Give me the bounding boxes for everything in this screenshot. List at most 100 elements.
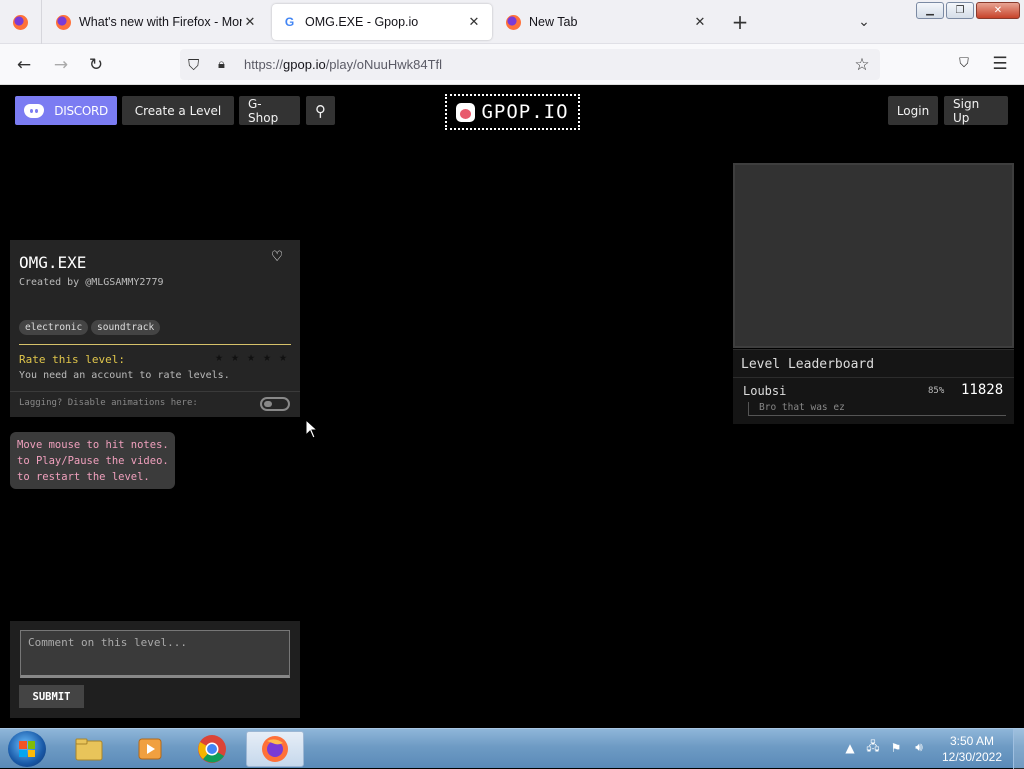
signup-button[interactable]: Sign Up — [944, 96, 1008, 125]
discord-label: DISCORD — [54, 103, 108, 118]
window-controls: ▁ ❐ ✕ — [916, 2, 1020, 19]
list-all-tabs-chevron-icon[interactable]: ⌄ — [852, 10, 876, 34]
leaderboard-title: Level Leaderboard — [741, 357, 875, 372]
leaderboard-percent: 85% — [928, 386, 945, 396]
search-icon: ⚲ — [315, 101, 326, 120]
level-creator[interactable]: Created by @MLGSAMMY2779 — [19, 277, 164, 288]
comment-section: Comment on this level... SUBMIT — [10, 621, 300, 718]
divider — [19, 344, 291, 345]
login-button[interactable]: Login — [888, 96, 938, 125]
leaderboard-comment: Bro that was ez — [748, 402, 1006, 416]
hint-line: to restart the level. — [17, 471, 150, 483]
level-info-card: OMG.EXE Created by @MLGSAMMY2779 ♡ elect… — [10, 240, 300, 417]
reload-icon[interactable]: ↻ — [83, 52, 109, 78]
level-leaderboard: Level Leaderboard Loubsi 85% 11828 Bro t… — [733, 349, 1014, 424]
navigation-toolbar: ← → ↻ ⛉ 🔒︎ https://gpop.io/play/oNuuHwk8… — [0, 44, 1024, 85]
leaderboard-player[interactable]: Loubsi — [743, 384, 786, 398]
clock-date: 12/30/2022 — [941, 750, 1003, 764]
video-player[interactable] — [733, 163, 1014, 348]
tab-title: OMG.EXE - Gpop.io — [305, 15, 419, 29]
gshop-button[interactable]: G-Shop — [239, 96, 300, 125]
star-icon[interactable]: ★ — [212, 350, 226, 365]
taskbar-media-player[interactable] — [121, 731, 179, 767]
close-icon[interactable]: ✕ — [692, 14, 708, 30]
close-icon[interactable]: ✕ — [466, 14, 482, 30]
pocket-icon[interactable]: ⛉ — [952, 56, 976, 74]
star-icon[interactable]: ★ — [228, 350, 242, 365]
minimize-button[interactable]: ▁ — [916, 2, 944, 19]
tag-electronic[interactable]: electronic — [19, 320, 89, 335]
bookmark-star-icon[interactable]: ☆ — [850, 55, 874, 75]
tab-whats-new[interactable]: What's new with Firefox - More ✕ — [46, 4, 268, 40]
tag-soundtrack[interactable]: soundtrack — [91, 320, 161, 335]
close-window-button[interactable]: ✕ — [976, 2, 1020, 19]
url-path: /play/oNuuHwk84Tfl — [325, 57, 443, 72]
network-icon[interactable]: 🖧︎ — [865, 737, 881, 758]
folder-icon — [75, 738, 103, 761]
url-text[interactable]: https://gpop.io/play/oNuuHwk84Tfl — [244, 57, 850, 72]
taskbar-firefox[interactable] — [246, 731, 304, 767]
tab-new-tab[interactable]: New Tab ✕ — [496, 4, 718, 40]
hamburger-menu-icon[interactable]: ☰ — [988, 54, 1012, 76]
hint-line: to Play/Pause the video. — [17, 455, 169, 467]
show-desktop-button[interactable] — [1013, 729, 1024, 769]
firefox-icon — [13, 14, 28, 30]
disable-animations-toggle[interactable] — [260, 397, 290, 411]
tab-title: New Tab — [529, 15, 578, 29]
media-player-icon — [138, 738, 162, 760]
logo-text: GPOP.IO — [481, 101, 569, 123]
restore-button[interactable]: ❐ — [946, 2, 974, 19]
google-icon: G — [284, 15, 295, 29]
forward-arrow-icon[interactable]: → — [48, 52, 74, 78]
windows-logo-icon — [19, 741, 35, 757]
chrome-icon — [198, 735, 226, 763]
hint-line: Move mouse to hit notes. — [17, 439, 169, 451]
gpop-logo[interactable]: GPOP.IO — [445, 94, 580, 130]
leaderboard-score: 11828 — [961, 382, 1004, 398]
show-hidden-icons-icon[interactable]: ▲ — [842, 741, 858, 755]
star-icon[interactable]: ★ — [276, 350, 290, 365]
url-bar[interactable]: ⛉ 🔒︎ https://gpop.io/play/oNuuHwk84Tfl ☆ — [180, 49, 880, 80]
rate-label: Rate this level: — [19, 353, 125, 366]
star-icon[interactable]: ★ — [244, 350, 258, 365]
divider — [733, 377, 1014, 378]
url-scheme: https:// — [244, 57, 284, 72]
taskbar-chrome[interactable] — [183, 731, 241, 767]
lag-row: Lagging? Disable animations here: — [10, 391, 300, 417]
search-button[interactable]: ⚲ — [306, 96, 335, 125]
rating-stars[interactable]: ★ ★ ★ ★ ★ — [212, 350, 290, 365]
lag-label: Lagging? Disable animations here: — [19, 398, 198, 408]
system-tray: ▲ 🖧︎ ⚑ 🔊︎ — [842, 737, 927, 758]
firefox-view-button[interactable] — [0, 0, 42, 44]
new-tab-plus-icon[interactable]: + — [728, 10, 752, 34]
level-title: OMG.EXE — [19, 253, 87, 272]
page-content: DISCORD Create a Level G-Shop ⚲ GPOP.IO … — [0, 85, 1024, 728]
close-icon[interactable]: ✕ — [242, 14, 258, 30]
tracking-shield-icon[interactable]: ⛉ — [188, 56, 206, 74]
controls-hint-box: Move mouse to hit notes. to Play/Pause t… — [10, 432, 175, 489]
tab-gpop[interactable]: G OMG.EXE - Gpop.io ✕ — [272, 4, 492, 40]
clock-time: 3:50 AM — [949, 734, 995, 748]
firefox-icon — [506, 14, 521, 30]
taskbar-explorer[interactable] — [60, 731, 118, 767]
firefox-icon — [56, 14, 71, 30]
tab-strip: What's new with Firefox - More ✕ G OMG.E… — [0, 0, 1024, 44]
comment-input[interactable]: Comment on this level... — [20, 630, 290, 678]
back-arrow-icon[interactable]: ← — [11, 52, 37, 78]
rate-note: You need an account to rate levels. — [19, 370, 230, 381]
gpop-logo-icon — [456, 102, 476, 122]
volume-icon[interactable]: 🔊︎ — [911, 740, 927, 755]
firefox-icon — [262, 736, 288, 762]
action-center-flag-icon[interactable]: ⚑ — [888, 741, 904, 755]
create-level-button[interactable]: Create a Level — [122, 96, 234, 125]
discord-button[interactable]: DISCORD — [15, 96, 117, 125]
system-clock[interactable]: 3:50 AM 12/30/2022 — [936, 733, 1008, 765]
mouse-cursor-icon — [305, 419, 319, 439]
heart-icon[interactable]: ♡ — [272, 247, 282, 267]
lock-icon[interactable]: 🔒︎ — [218, 57, 232, 72]
tab-title: What's new with Firefox - More — [79, 15, 242, 29]
submit-button[interactable]: SUBMIT — [19, 685, 84, 708]
star-icon[interactable]: ★ — [260, 350, 274, 365]
windows-taskbar: ▲ 🖧︎ ⚑ 🔊︎ 3:50 AM 12/30/2022 — [0, 728, 1024, 769]
start-button[interactable] — [8, 731, 46, 767]
